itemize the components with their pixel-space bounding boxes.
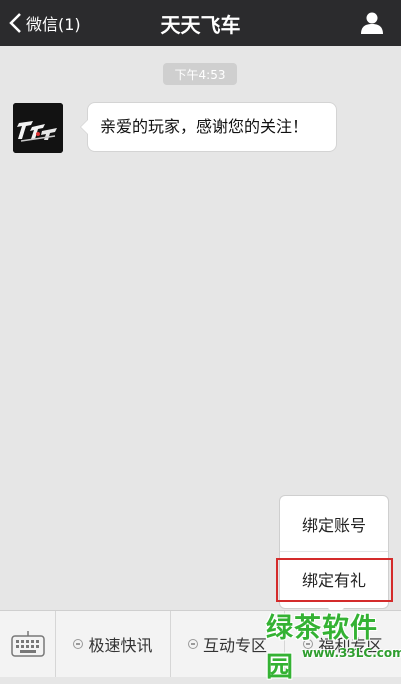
bind-gift-item[interactable]: 绑定有礼 [280, 552, 388, 606]
tab-label: 福利专区 [318, 636, 383, 655]
message-bubble[interactable]: 亲爱的玩家，感谢您的关注！ [80, 102, 337, 152]
back-label: 微信(1) [26, 15, 81, 34]
sender-avatar[interactable] [13, 103, 63, 153]
menu-dot-icon [187, 639, 198, 649]
tab-label: 互动专区 [202, 636, 267, 655]
profile-button[interactable] [357, 8, 387, 38]
keyboard-toggle-button[interactable] [0, 611, 56, 677]
tab-speed-news[interactable]: 极速快讯 [56, 611, 171, 677]
tab-label: 极速快讯 [88, 636, 153, 655]
back-button[interactable]: 微信(1) [8, 0, 81, 46]
menu-dot-icon [73, 639, 84, 649]
keyboard-icon [10, 631, 45, 657]
chevron-left-icon [9, 13, 21, 33]
bind-account-item[interactable]: 绑定账号 [280, 497, 388, 552]
tab-welfare-zone[interactable]: 福利专区 [285, 611, 401, 677]
game-logo-icon [13, 103, 63, 153]
submenu-popup: 绑定账号 绑定有礼 [279, 495, 389, 616]
tab-interaction-zone[interactable]: 互动专区 [171, 611, 285, 677]
person-icon [361, 12, 383, 34]
top-bar: 微信(1) 天天飞车 [0, 0, 401, 46]
message-timestamp: 下午4:53 [163, 63, 237, 85]
menu-dot-icon [303, 639, 314, 649]
bottom-menu-bar: 极速快讯 互动专区 福利专区 [0, 610, 401, 677]
